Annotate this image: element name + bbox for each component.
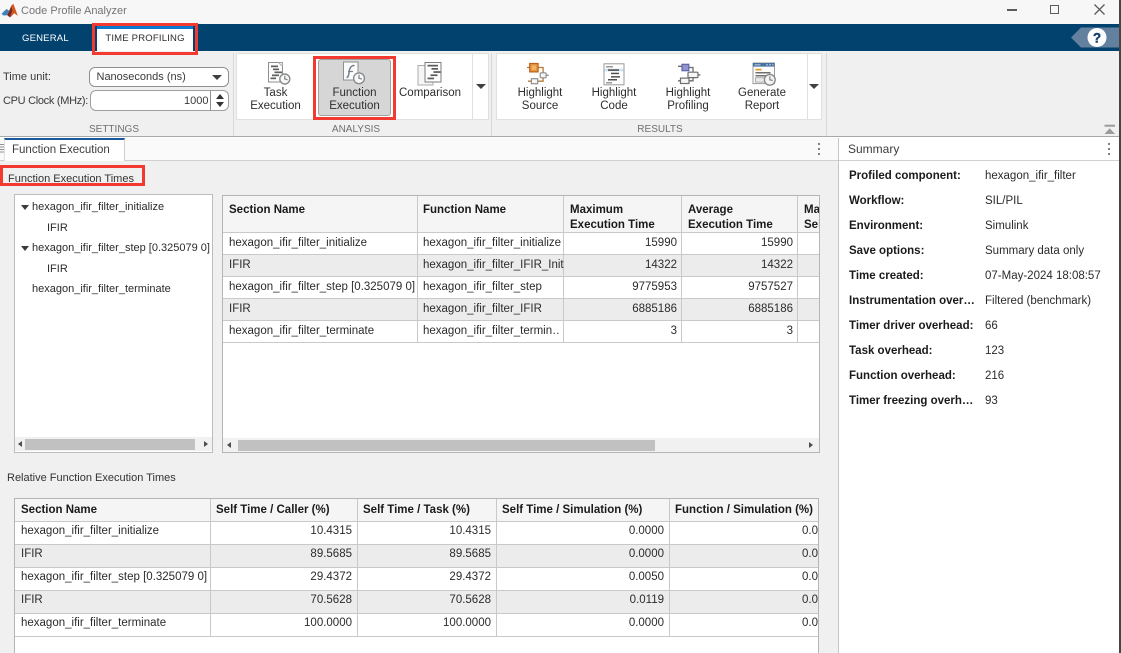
- svg-text:?: ?: [1093, 31, 1101, 46]
